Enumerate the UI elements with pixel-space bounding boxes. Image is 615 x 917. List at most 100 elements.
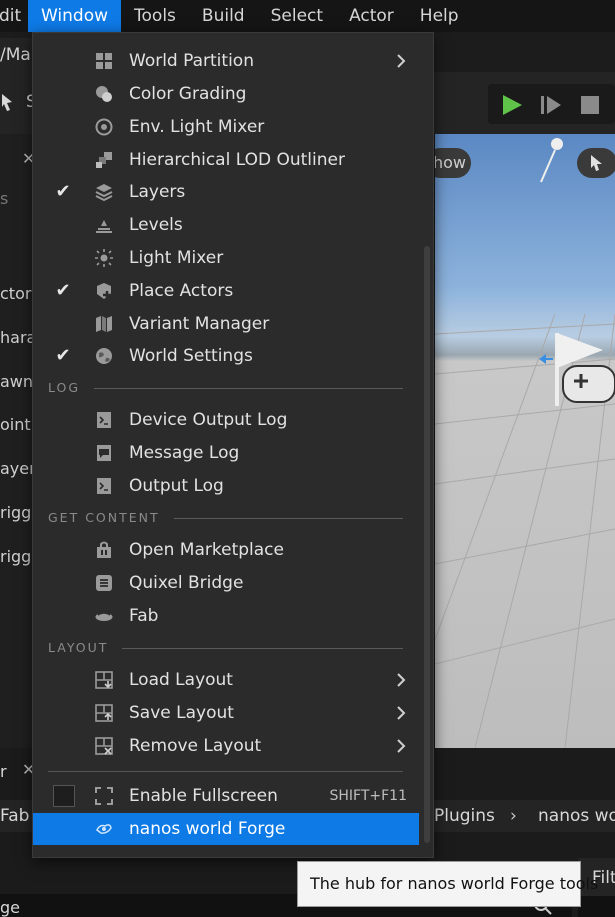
actor-row[interactable]: rigge [0, 498, 33, 528]
levels-icon [96, 220, 112, 233]
search-field[interactable]: s [0, 184, 33, 214]
menu-item-world-partition[interactable]: World Partition [33, 45, 419, 77]
menu-item-label: Quixel Bridge [129, 573, 244, 593]
menu-item-fab[interactable]: Fab [33, 600, 419, 632]
actor-row[interactable]: hara [0, 323, 33, 353]
actor-row[interactable]: rigge [0, 542, 33, 572]
message-log-icon [97, 445, 111, 461]
output-log-icon [97, 478, 111, 494]
shortcut-label: SHIFT+F11 [329, 788, 408, 804]
menu-item-label: Variant Manager [129, 314, 270, 334]
stop-icon[interactable] [578, 93, 602, 117]
path-nanos-world[interactable]: nanos wo [538, 800, 615, 832]
directional-light-icon [540, 138, 563, 183]
fullscreen-icon [95, 787, 113, 805]
menu-item-message-log[interactable]: Message Log [33, 437, 419, 469]
menu-item-output-log[interactable]: Output Log [33, 470, 419, 502]
submenu-arrow-icon [397, 673, 406, 687]
device-output-log-icon [97, 412, 111, 428]
menu-item-nanos-world-forge[interactable]: nanos world Forge [33, 813, 419, 845]
fab-icon [95, 612, 113, 621]
menu-item-label: Levels [129, 215, 183, 235]
actor-row[interactable]: ayer [0, 454, 33, 484]
menu-item-label: Enable Fullscreen [129, 786, 278, 806]
section-header-log: LOG [48, 378, 403, 398]
menu-actor[interactable]: Actor [336, 0, 407, 32]
cursor-icon [591, 155, 602, 171]
color-grading-icon [96, 86, 112, 102]
play-controls [488, 84, 615, 124]
left-panel: ✕ s ctor hara awn oint ayer rigge rigge [0, 134, 33, 784]
section-header-get-content: GET CONTENT [48, 508, 403, 528]
section-header-layout: LAYOUT [48, 638, 403, 658]
menu-select[interactable]: Select [258, 0, 336, 32]
menu-item-open-marketplace[interactable]: Open Marketplace [33, 534, 419, 566]
path-plugins[interactable]: Plugins [434, 800, 495, 832]
section-title: GET CONTENT [48, 508, 174, 528]
tooltip: The hub for nanos world Forge tools [297, 861, 598, 907]
menu-window[interactable]: Window [28, 0, 122, 32]
menu-item-light-mixer[interactable]: Light Mixer [33, 242, 419, 274]
player-start-icon [555, 333, 615, 406]
window-menu-dropdown: World Partition Color Grading Env. Light… [32, 32, 434, 858]
place-actors-icon [97, 283, 111, 299]
menu-item-label: Remove Layout [129, 736, 262, 756]
menu-item-quixel-bridge[interactable]: Quixel Bridge [33, 567, 419, 599]
tooltip-text: The hub for nanos world Forge tools [310, 874, 599, 893]
menu-item-levels[interactable]: Levels [33, 209, 419, 241]
menu-scrollbar[interactable] [424, 246, 430, 843]
menu-item-env-light-mixer[interactable]: Env. Light Mixer [33, 111, 419, 143]
menu-item-remove-layout[interactable]: Remove Layout [33, 730, 419, 762]
menu-item-label: Device Output Log [129, 410, 288, 430]
actor-row[interactable]: ctor [0, 279, 33, 309]
submenu-arrow-icon [397, 706, 406, 720]
section-title: LAYOUT [48, 638, 123, 658]
menu-item-label: Load Layout [129, 670, 233, 690]
viewport-show-button[interactable]: how [435, 148, 471, 178]
menu-item-world-settings[interactable]: ✔ World Settings [33, 340, 419, 372]
path-fab[interactable]: Fab [0, 800, 29, 832]
menu-item-layers[interactable]: ✔ Layers [33, 176, 419, 208]
actor-row[interactable]: oint [0, 410, 33, 440]
marketplace-icon [97, 541, 111, 558]
breadcrumb-chevron-icon: › [510, 806, 517, 826]
menu-item-variant-manager[interactable]: Variant Manager [33, 308, 419, 340]
env-light-mixer-icon [95, 118, 113, 136]
section-title: LOG [48, 378, 95, 398]
menu-build[interactable]: Build [189, 0, 258, 32]
menu-edit[interactable]: dit [0, 0, 28, 32]
menu-item-label: Message Log [129, 443, 240, 463]
panel-close-icon[interactable]: ✕ [0, 144, 33, 168]
arrow-component-icon [539, 354, 553, 364]
fullscreen-checkbox[interactable] [53, 785, 75, 807]
play-icon[interactable] [500, 93, 524, 117]
load-layout-icon [95, 671, 113, 689]
nanos-forge-icon [96, 824, 112, 834]
check-icon: ✔ [55, 345, 71, 366]
actor-row[interactable]: awn [0, 367, 33, 397]
light-mixer-icon [95, 249, 113, 267]
menu-item-save-layout[interactable]: Save Layout [33, 697, 419, 729]
layers-icon [95, 184, 113, 201]
menu-separator [48, 771, 403, 772]
level-viewport[interactable]: how [435, 134, 615, 748]
menu-tools[interactable]: Tools [121, 0, 189, 32]
menu-item-label: Output Log [129, 476, 224, 496]
menu-item-color-grading[interactable]: Color Grading [33, 78, 419, 110]
menu-item-label: Save Layout [129, 703, 234, 723]
step-icon[interactable] [539, 93, 563, 117]
menu-item-load-layout[interactable]: Load Layout [33, 664, 419, 696]
save-layout-icon [95, 704, 113, 722]
menu-item-hlod-outliner[interactable]: Hierarchical LOD Outliner [33, 144, 419, 176]
menu-item-device-output-log[interactable]: Device Output Log [33, 404, 419, 436]
menu-item-label: Layers [129, 182, 186, 202]
world-partition-icon [96, 53, 112, 69]
viewport-select-tool[interactable] [577, 148, 615, 178]
quixel-bridge-icon [96, 575, 112, 591]
menu-item-place-actors[interactable]: ✔ Place Actors [33, 275, 419, 307]
menu-help[interactable]: Help [407, 0, 472, 32]
menu-item-enable-fullscreen[interactable]: Enable Fullscreen SHIFT+F11 [33, 780, 419, 812]
section-divider [48, 388, 403, 389]
menu-item-label: Open Marketplace [129, 540, 284, 560]
select-mode-icon[interactable] [0, 90, 24, 114]
